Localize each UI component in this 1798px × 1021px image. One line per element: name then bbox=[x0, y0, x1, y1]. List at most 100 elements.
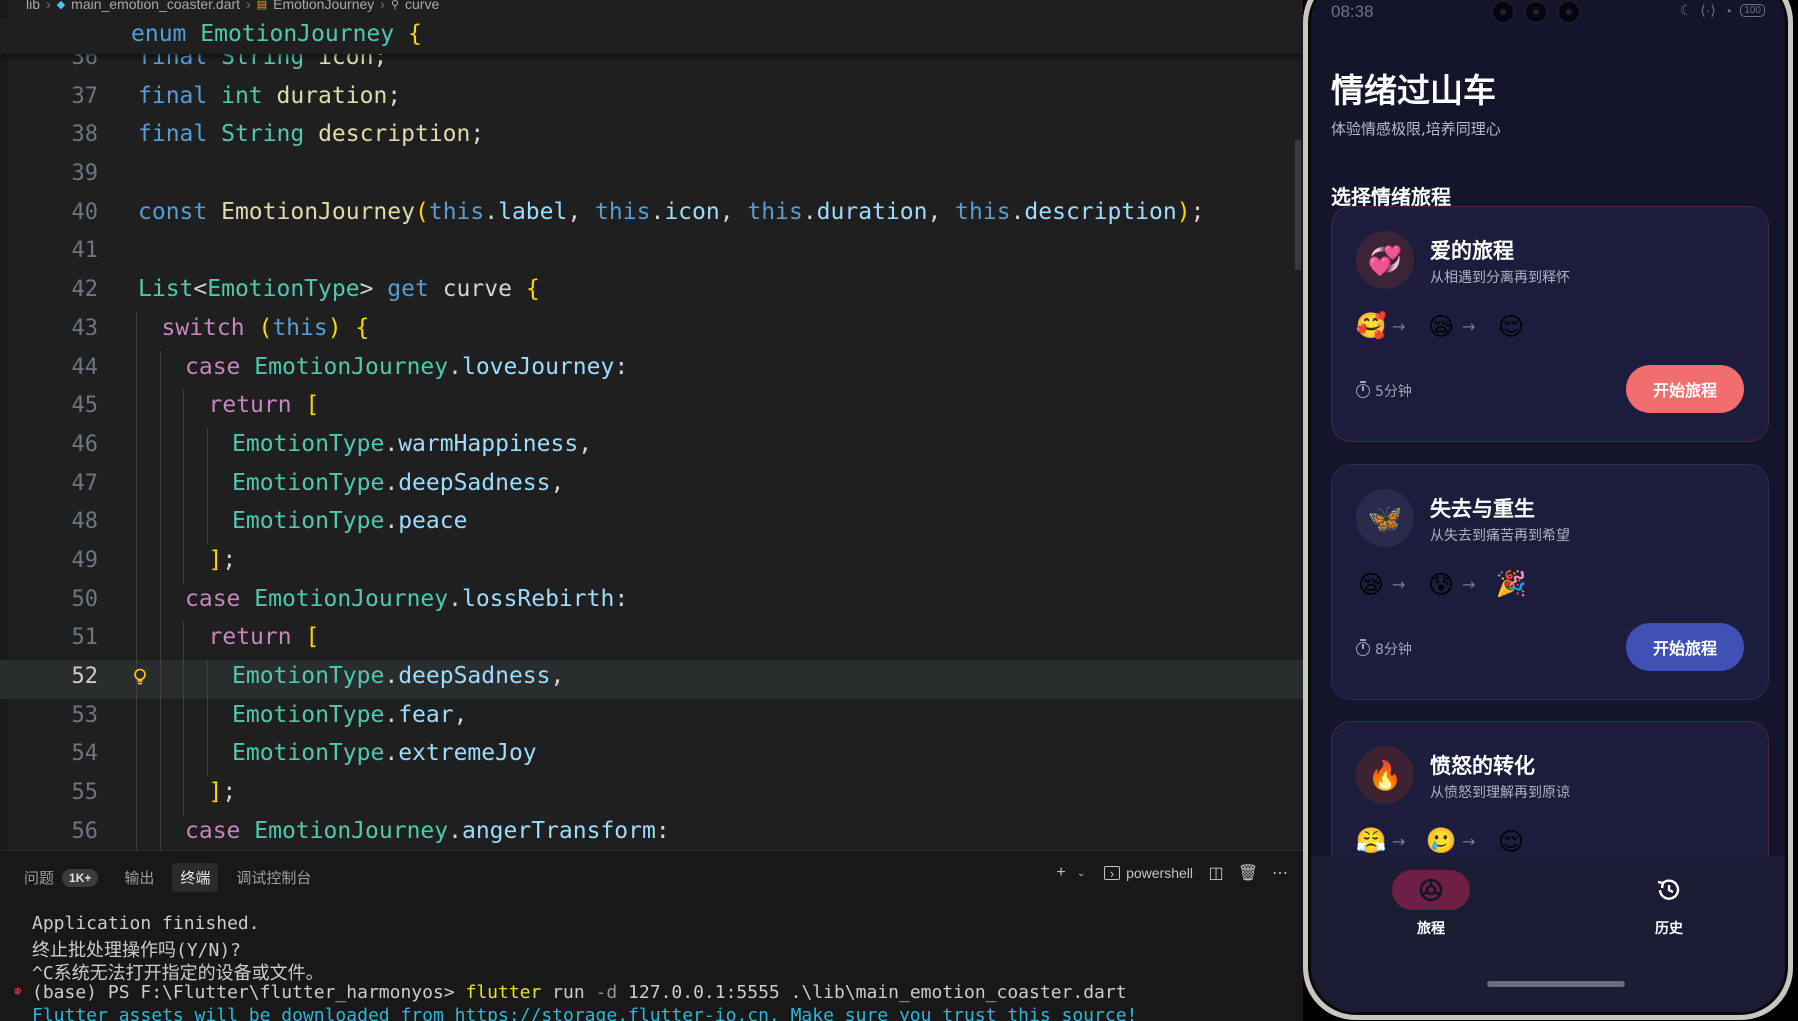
shell-label: powershell bbox=[1126, 865, 1193, 881]
code-lines[interactable]: 36 final String icon; 37 final int duration… bbox=[0, 41, 1303, 850]
code-line[interactable]: 55]; bbox=[0, 776, 1303, 815]
code-line[interactable]: 46 EmotionType.warmHappiness, bbox=[0, 427, 1303, 467]
tab-problems[interactable]: 问题 1K+ bbox=[16, 863, 106, 892]
code-line[interactable]: 50 case EmotionJourney.lossRebirth: bbox=[0, 582, 1303, 622]
indent-guide bbox=[183, 505, 184, 544]
trash-icon[interactable]: 🗑 bbox=[1238, 864, 1258, 882]
code-line[interactable]: 45 return [ bbox=[0, 389, 1303, 428]
terminal-command-line: ⊗ (base) PS F:\Flutter\flutter_harmonyos>… bbox=[0, 982, 1303, 1005]
code-line[interactable]: 51 return [ bbox=[0, 621, 1303, 660]
line-number: 52 bbox=[71, 664, 99, 689]
indent-guide bbox=[159, 737, 161, 777]
code-line[interactable]: 54 EmotionType.extremeJoy bbox=[0, 737, 1303, 777]
tab-label: 终端 bbox=[180, 870, 211, 887]
code-line[interactable]: 42 List<EmotionType> get curve { bbox=[0, 273, 1303, 312]
breadcrumb-item[interactable]: lib bbox=[26, 0, 40, 12]
lightbulb-icon[interactable] bbox=[132, 668, 148, 686]
emotion-emoji: 😪 bbox=[1357, 569, 1385, 599]
code-text: EmotionType.fear, bbox=[232, 701, 468, 728]
indent-guide bbox=[183, 466, 184, 506]
terminal-output[interactable]: Application finished. 终止批处理操作吗(Y/N)? ^C系… bbox=[0, 913, 1303, 1021]
code-text: EmotionType.peace bbox=[232, 508, 468, 535]
line-number: 49 bbox=[71, 547, 99, 573]
tab-output[interactable]: 输出 bbox=[116, 863, 162, 892]
code-line[interactable]: 47 EmotionType.deepSadness, bbox=[0, 466, 1303, 506]
code-text: final String description; bbox=[138, 121, 485, 148]
code-text: ]; bbox=[208, 779, 237, 806]
code-text: return [ bbox=[208, 392, 320, 419]
split-icon[interactable]: ◫ bbox=[1207, 864, 1225, 882]
indent-guide bbox=[183, 737, 184, 777]
code-editor[interactable]: lib › ◆ main_emotion_coaster.dart › ▤ Em… bbox=[0, 0, 1303, 850]
journey-card-love[interactable]: 💞 爱的旅程 从相遇到分离再到释怀 🥰 → 😪 → 😌 5分钟 开始旅程 bbox=[1331, 206, 1769, 442]
code-line[interactable]: 52 EmotionType.deepSadness, bbox=[0, 660, 1303, 699]
indent-guide bbox=[159, 543, 161, 583]
indent-guide bbox=[206, 698, 208, 738]
duration-label: 8分钟 bbox=[1375, 642, 1412, 658]
start-journey-button[interactable]: 开始旅程 bbox=[1626, 623, 1744, 671]
plus-icon[interactable]: + bbox=[1052, 864, 1070, 882]
emotion-emoji: 🥲 bbox=[1425, 826, 1457, 855]
indent-guide bbox=[183, 776, 184, 815]
editor-scrollbar[interactable] bbox=[1295, 140, 1301, 270]
line-number: 56 bbox=[71, 818, 99, 844]
home-indicator[interactable] bbox=[1487, 981, 1625, 987]
line-number: 48 bbox=[71, 509, 99, 535]
line-number: 41 bbox=[71, 238, 99, 264]
code-text: case EmotionJourney.lossRebirth: bbox=[185, 585, 629, 612]
indent-guide bbox=[183, 698, 184, 738]
code-text: case EmotionJourney.loveJourney: bbox=[185, 353, 629, 380]
nav-item-history[interactable]: 历史 bbox=[1609, 870, 1729, 938]
breadcrumb-item[interactable]: EmotionJourney bbox=[273, 0, 374, 12]
code-line[interactable]: 56 case EmotionJourney.angerTransform: bbox=[0, 814, 1303, 850]
tab-label: 调试控制台 bbox=[236, 870, 312, 887]
code-text: EmotionType.deepSadness, bbox=[232, 469, 565, 496]
indent-guide bbox=[136, 776, 137, 815]
more-icon[interactable]: ⋯ bbox=[1271, 864, 1289, 882]
terminal-selector[interactable]: › powershell bbox=[1104, 865, 1193, 881]
code-text: switch (this) { bbox=[161, 314, 370, 341]
code-line[interactable]: 53 EmotionType.fear, bbox=[0, 698, 1303, 738]
sticky-scroll-header[interactable]: enum EmotionJourney { bbox=[0, 18, 1303, 54]
terminal-line: ^C系统无法打开指定的设备或文件。 bbox=[32, 963, 324, 984]
code-line[interactable]: 49]; bbox=[0, 543, 1303, 583]
emotion-emoji: 🎉 bbox=[1495, 569, 1527, 598]
nav-item-journey[interactable]: 旅程 bbox=[1371, 870, 1491, 938]
line-number: 46 bbox=[71, 431, 99, 457]
card-title: 爱的旅程 bbox=[1430, 239, 1514, 263]
indent-guide bbox=[136, 698, 137, 738]
indent-guide bbox=[183, 427, 184, 467]
indent-guide bbox=[136, 350, 137, 390]
status-icons: ☾ ⟨·⟩ ◔ 100 bbox=[1680, 2, 1765, 19]
code-line[interactable]: 48 EmotionType.peace bbox=[0, 505, 1303, 544]
breadcrumb-item[interactable]: main_emotion_coaster.dart bbox=[71, 0, 240, 12]
code-line[interactable]: 41 bbox=[0, 234, 1303, 273]
start-journey-button[interactable]: 开始旅程 bbox=[1626, 365, 1744, 413]
tab-debug-console[interactable]: 调试控制台 bbox=[228, 863, 319, 892]
indent-guide bbox=[136, 505, 137, 544]
indent-guide bbox=[206, 737, 208, 777]
journey-card-loss-rebirth[interactable]: 🦋 失去与重生 从失去到痛苦再到希望 😪 → 😰 → 🎉 8分钟 开始旅程 bbox=[1331, 464, 1769, 700]
code-text: return [ bbox=[208, 624, 320, 651]
breadcrumb-item[interactable]: curve bbox=[405, 0, 439, 12]
tab-label: 输出 bbox=[124, 870, 155, 887]
code-line[interactable]: 44 case EmotionJourney.loveJourney: bbox=[0, 350, 1303, 390]
card-subtitle: 从愤怒到理解再到原谅 bbox=[1430, 785, 1570, 801]
code-line[interactable]: 40 const EmotionJourney(this.label, this.… bbox=[0, 196, 1303, 235]
code-line[interactable]: 39 bbox=[0, 157, 1303, 196]
chevron-down-icon[interactable]: ⌄ bbox=[1072, 864, 1090, 882]
nav-label: 旅程 bbox=[1417, 921, 1445, 937]
code-line[interactable]: 43 switch (this) { bbox=[0, 311, 1303, 351]
terminal-icon: › bbox=[1104, 866, 1121, 881]
line-number: 44 bbox=[71, 354, 99, 380]
wifi-icon: ◔ bbox=[1723, 2, 1733, 19]
code-text: EmotionType.deepSadness, bbox=[232, 663, 565, 689]
code-line[interactable]: 38 final String description; bbox=[0, 118, 1303, 157]
arrow-right-icon: → bbox=[1462, 574, 1476, 594]
emotion-emoji: 😤 bbox=[1355, 826, 1387, 855]
line-number: 43 bbox=[71, 315, 99, 341]
tab-terminal[interactable]: 终端 bbox=[172, 863, 219, 892]
camera-icon bbox=[1557, 0, 1581, 24]
code-line[interactable]: 37 final int duration; bbox=[0, 80, 1303, 119]
indent-guide bbox=[159, 427, 161, 467]
